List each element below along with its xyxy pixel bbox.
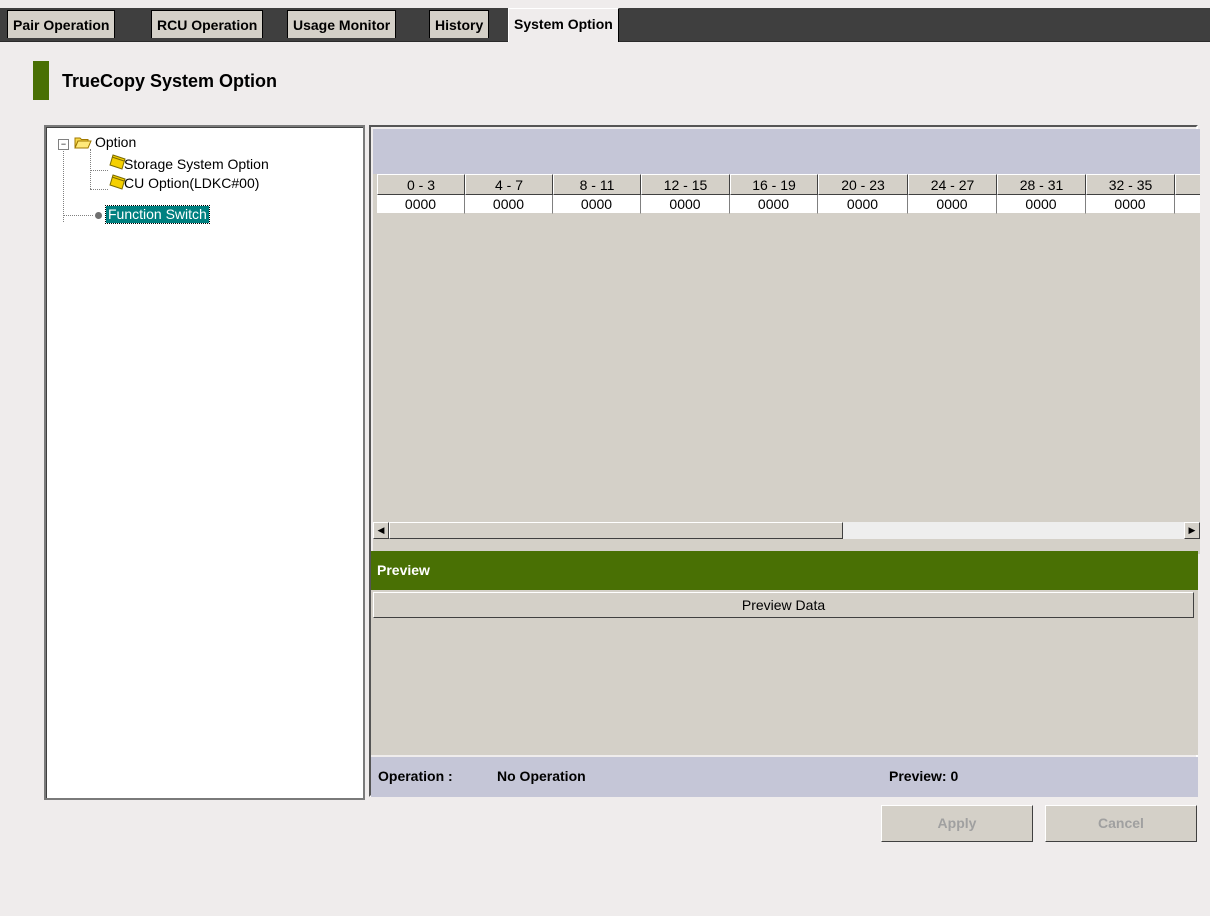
scroll-right-icon[interactable]: ▶ — [1184, 522, 1200, 539]
tree-connector-line — [90, 170, 108, 171]
dot-icon — [95, 212, 102, 219]
table-cell[interactable]: 0000 — [1086, 195, 1175, 214]
column-header[interactable]: 0 - 3 — [377, 174, 465, 195]
table-cell[interactable]: 0000 — [997, 195, 1086, 214]
title-accent-bar — [33, 61, 49, 100]
tab-usage-monitor[interactable]: Usage Monitor — [287, 10, 397, 38]
table-cell[interactable]: 0000 — [641, 195, 730, 214]
tree-connector-line — [90, 149, 91, 189]
tab-pair-operation[interactable]: Pair Operation — [7, 10, 116, 38]
tab-rcu-operation[interactable]: RCU Operation — [151, 10, 264, 38]
function-switch-table: 0 - 3 4 - 7 8 - 11 12 - 15 16 - 19 20 - … — [373, 174, 1200, 554]
tree-item-function-switch[interactable]: Function Switch — [105, 205, 210, 224]
table-cell[interactable]: 0000 — [908, 195, 997, 214]
table-header-band — [373, 129, 1200, 174]
column-header[interactable]: 20 - 23 — [818, 174, 908, 195]
column-header[interactable]: 24 - 27 — [908, 174, 997, 195]
tree-connector-line — [63, 149, 64, 222]
tree-item-option[interactable]: Option — [95, 134, 136, 151]
preview-table: Preview Data — [371, 590, 1198, 755]
tree-item-storage-system-option[interactable]: Storage System Option — [124, 156, 269, 173]
tab-bar: Pair Operation RCU Operation Usage Monit… — [0, 8, 1210, 42]
tab-system-option[interactable]: System Option — [508, 8, 619, 42]
operation-value: No Operation — [497, 768, 586, 784]
column-header[interactable]: 28 - 31 — [997, 174, 1086, 195]
column-header[interactable]: 12 - 15 — [641, 174, 730, 195]
cancel-button[interactable]: Cancel — [1045, 805, 1197, 842]
tree-connector-line — [63, 215, 93, 216]
tab-history[interactable]: History — [429, 10, 490, 38]
table-cell-partial[interactable] — [1175, 195, 1200, 214]
column-header[interactable]: 8 - 11 — [553, 174, 641, 195]
column-header[interactable]: 4 - 7 — [465, 174, 553, 195]
tree-item-cu-option[interactable]: CU Option(LDKC#00) — [124, 175, 259, 192]
scroll-left-icon[interactable]: ◀ — [373, 522, 389, 539]
scrollbar-thumb[interactable] — [389, 522, 843, 539]
operation-label: Operation : — [378, 768, 453, 784]
page-title: TrueCopy System Option — [62, 71, 278, 91]
column-header[interactable]: 16 - 19 — [730, 174, 818, 195]
table-cell[interactable]: 0000 — [730, 195, 818, 214]
column-header[interactable]: 32 - 35 — [1086, 174, 1175, 195]
preview-header: Preview — [371, 551, 1198, 590]
table-cell[interactable]: 0000 — [818, 195, 908, 214]
table-cell[interactable]: 0000 — [465, 195, 553, 214]
apply-button[interactable]: Apply — [881, 805, 1033, 842]
preview-data-column-header[interactable]: Preview Data — [373, 592, 1194, 618]
table-cell[interactable]: 0000 — [377, 195, 465, 214]
option-tree-panel: − Option Storage System Option CU Option… — [44, 125, 365, 800]
preview-count: Preview: 0 — [889, 768, 959, 784]
column-header-partial[interactable] — [1175, 174, 1200, 195]
folder-open-icon — [74, 137, 92, 149]
horizontal-scrollbar[interactable]: ◀ ▶ — [373, 522, 1200, 539]
tree-connector-line — [90, 189, 108, 190]
table-cell[interactable]: 0000 — [553, 195, 641, 214]
status-bar: Operation : No Operation Preview: 0 — [371, 757, 1198, 797]
collapse-icon[interactable]: − — [58, 139, 69, 150]
